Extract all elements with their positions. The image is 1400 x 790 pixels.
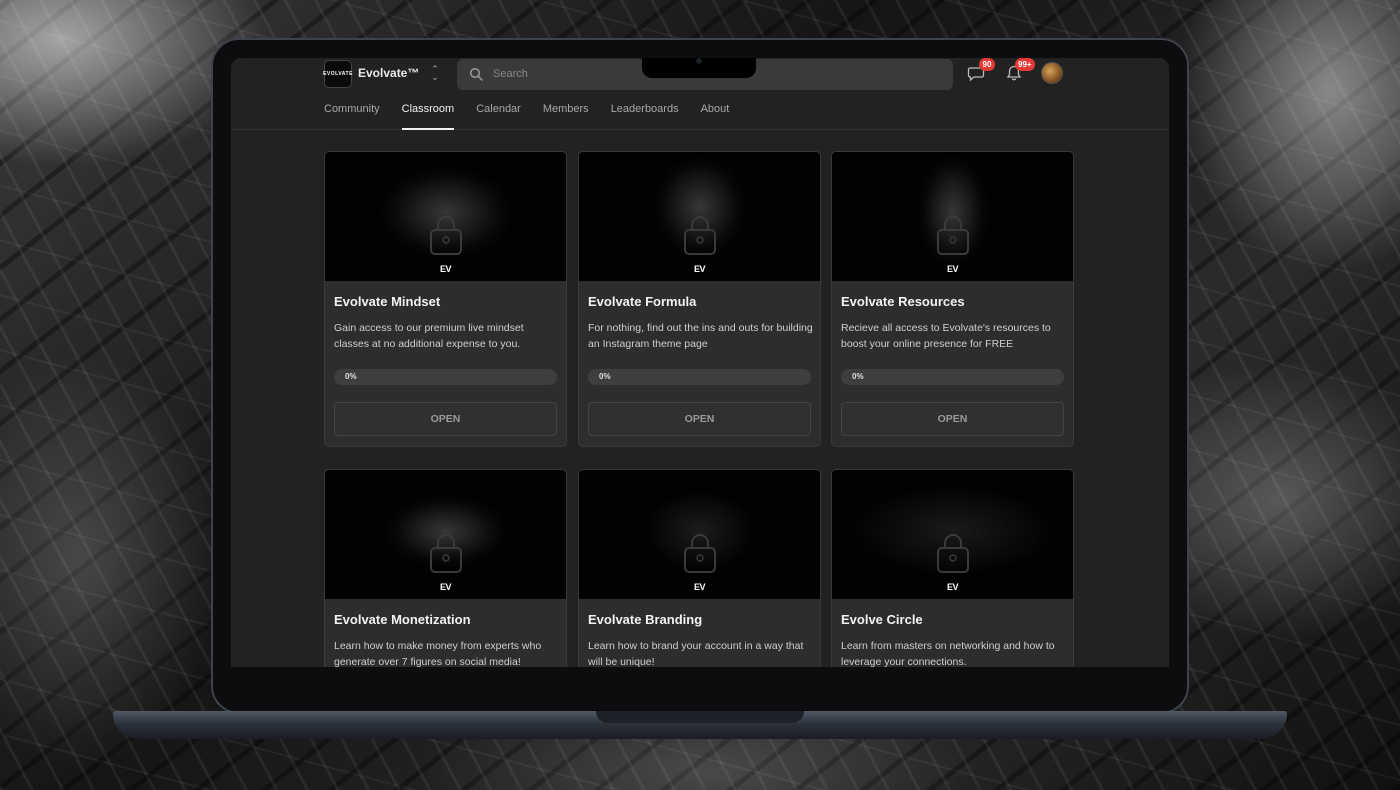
course-cover: EV: [832, 470, 1073, 599]
camera-notch: [642, 58, 756, 78]
cover-mark: EV: [693, 264, 706, 274]
lock-icon: [683, 534, 716, 573]
course-cover: EV: [579, 152, 820, 281]
laptop-screen: EVOLVATE Evolvate™ ⌃⌄ 90 99+ Community C…: [231, 58, 1169, 667]
community-switcher-icon[interactable]: ⌃ ⌄: [429, 65, 441, 83]
brand-logo[interactable]: EVOLVATE: [323, 60, 353, 88]
laptop-hinge-notch: [596, 711, 804, 723]
brand-name[interactable]: Evolvate™: [358, 66, 419, 80]
tab-classroom[interactable]: Classroom: [401, 102, 454, 130]
progress-label: 0%: [345, 372, 357, 381]
course-description: For nothing, find out the ins and outs f…: [588, 322, 813, 350]
course-card[interactable]: EV Evolvate Mindset Gain access to our p…: [324, 151, 567, 447]
course-cover: EV: [579, 470, 820, 599]
open-button[interactable]: OPEN: [841, 402, 1064, 436]
course-title: Evolvate Resources: [841, 294, 965, 309]
cover-mark: EV: [439, 582, 452, 592]
course-description: Learn from masters on networking and how…: [841, 640, 1055, 667]
lock-icon: [936, 534, 969, 573]
course-title: Evolvate Monetization: [334, 612, 471, 627]
course-card[interactable]: EV Evolvate Branding Learn how to brand …: [578, 469, 821, 667]
nav-tabs: Community Classroom Calendar Members Lea…: [324, 102, 729, 130]
progress-bar: 0%: [841, 369, 1064, 385]
lock-icon: [936, 216, 969, 255]
course-title: Evolve Circle: [841, 612, 923, 627]
search-icon: [469, 67, 483, 81]
course-card[interactable]: EV Evolvate Resources Recieve all access…: [831, 151, 1074, 447]
course-card[interactable]: EV Evolvate Monetization Learn how to ma…: [324, 469, 567, 667]
cover-mark: EV: [946, 582, 959, 592]
course-description: Recieve all access to Evolvate's resourc…: [841, 322, 1051, 350]
open-button[interactable]: OPEN: [588, 402, 811, 436]
brand-logo-text: EVOLVATE: [323, 71, 353, 77]
course-title: Evolvate Formula: [588, 294, 697, 309]
lock-icon: [429, 534, 462, 573]
progress-bar: 0%: [588, 369, 811, 385]
avatar[interactable]: [1041, 62, 1063, 84]
course-card[interactable]: EV Evolve Circle Learn from masters on n…: [831, 469, 1074, 667]
tab-calendar[interactable]: Calendar: [476, 102, 521, 130]
course-title: Evolvate Branding: [588, 612, 703, 627]
progress-bar: 0%: [334, 369, 557, 385]
open-button[interactable]: OPEN: [334, 402, 557, 436]
course-cover: EV: [325, 152, 566, 281]
cover-mark: EV: [693, 582, 706, 592]
progress-label: 0%: [599, 372, 611, 381]
course-card[interactable]: EV Evolvate Formula For nothing, find ou…: [578, 151, 821, 447]
search-input[interactable]: [493, 65, 633, 83]
course-description: Learn how to brand your account in a way…: [588, 640, 804, 667]
progress-label: 0%: [852, 372, 864, 381]
course-title: Evolvate Mindset: [334, 294, 441, 309]
tab-about[interactable]: About: [701, 102, 730, 130]
tab-community[interactable]: Community: [324, 102, 380, 130]
cover-mark: EV: [946, 264, 959, 274]
course-description: Gain access to our premium live mindset …: [334, 322, 524, 350]
tab-leaderboards[interactable]: Leaderboards: [611, 102, 679, 130]
cover-mark: EV: [439, 264, 452, 274]
lock-icon: [683, 216, 716, 255]
lock-icon: [429, 216, 462, 255]
laptop-chin: [231, 667, 1169, 697]
course-cover: EV: [832, 152, 1073, 281]
notifications-badge: 99+: [1015, 58, 1035, 71]
course-cover: EV: [325, 470, 566, 599]
tab-members[interactable]: Members: [543, 102, 589, 130]
chat-badge: 90: [979, 58, 995, 71]
course-description: Learn how to make money from experts who…: [334, 640, 542, 667]
